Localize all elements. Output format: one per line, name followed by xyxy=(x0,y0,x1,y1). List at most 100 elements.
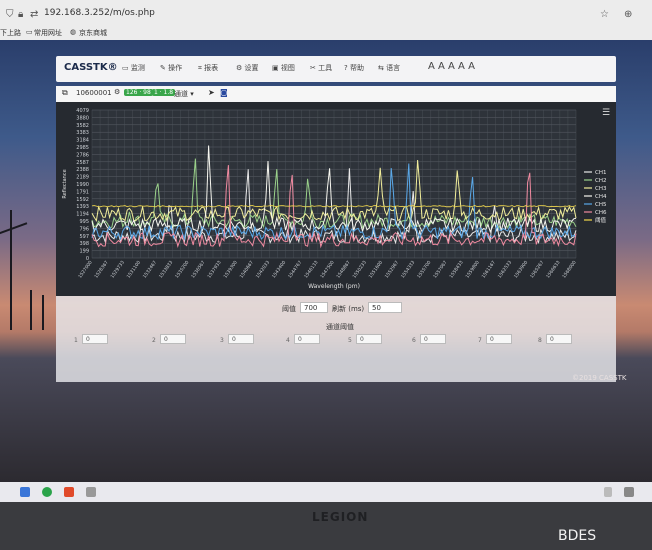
menu-language[interactable]: ⇆ 语言 xyxy=(378,63,400,73)
brand-logo-legion: LEGION xyxy=(312,510,369,524)
x-tick-label: 1559800 xyxy=(464,260,480,280)
channel-threshold-input-5[interactable]: 0 xyxy=(356,334,382,344)
channel-threshold-input-3[interactable]: 0 xyxy=(228,334,254,344)
legend-entry: CH5 xyxy=(595,202,607,208)
threshold-input[interactable]: 700 xyxy=(300,302,328,313)
channel-threshold-input-2[interactable]: 0 xyxy=(160,334,186,344)
legend-entry: CH6 xyxy=(595,210,607,216)
channel-threshold-input-4[interactable]: 0 xyxy=(294,334,320,344)
legend-entry: 阈值 xyxy=(595,216,607,224)
font-size-selector[interactable]: A A A A A xyxy=(428,61,475,72)
menu-tools[interactable]: ✂ 工具 xyxy=(310,63,332,73)
legend-entry: CH1 xyxy=(595,170,606,176)
x-tick-label: 1546133 xyxy=(303,260,319,280)
x-tick-label: 1561167 xyxy=(481,260,497,280)
hamburger-menu-icon[interactable]: ☰ xyxy=(602,108,610,118)
channel-threshold-label-3: 3 xyxy=(220,337,224,344)
channel-threshold-input-7[interactable]: 0 xyxy=(486,334,512,344)
x-axis-label: Wavelength (pm) xyxy=(308,283,360,290)
x-tick-label: 1555700 xyxy=(416,260,432,280)
copy-icon[interactable]: ⧉ xyxy=(62,88,68,98)
turbine-blade xyxy=(0,222,28,236)
device-toolbar: ⧉ 10600001 ⚙ 126 · 98 1 · 1.8 通道 ▾ ➤ ◙ xyxy=(56,86,616,102)
x-tick-label: 1528367 xyxy=(93,260,109,280)
x-tick-label: 1531100 xyxy=(126,260,142,280)
x-tick-label: 1547500 xyxy=(319,260,335,280)
windows-start-icon[interactable] xyxy=(20,487,30,497)
globe-icon: ◍ xyxy=(70,28,77,36)
menu-settings[interactable]: ⚙ 设置 xyxy=(236,63,259,73)
x-tick-label: 1533833 xyxy=(158,260,174,280)
spectrum-chart: 4079 3880 3582 3383 3184 2985 2786 2587 2388 2189… xyxy=(56,102,616,296)
browser-icon[interactable] xyxy=(42,487,52,497)
y-tick-label: 1393 xyxy=(76,204,89,210)
bookmark-item[interactable]: 下上路 xyxy=(0,28,21,38)
wind-turbine-icon xyxy=(42,295,44,330)
y-tick-label: 2786 xyxy=(76,152,89,158)
channel-threshold-label: 通道阈值 xyxy=(326,323,354,331)
channel-threshold-label-6: 6 xyxy=(412,337,416,344)
app-menubar: CASSTK® ▭ 监测 ✎ 操作 ⌗ 报表 ⚙ 设置 ▣ 视图 ✂ 工具 ? … xyxy=(56,56,616,82)
shield-icon: ⛉ xyxy=(6,9,14,20)
app-icon[interactable] xyxy=(64,487,74,497)
legend-entry: CH2 xyxy=(595,178,606,184)
x-tick-label: 1548867 xyxy=(335,260,351,280)
y-tick-label: 1592 xyxy=(76,197,89,203)
y-tick-label: 796 xyxy=(79,226,89,232)
channel-threshold-label-2: 2 xyxy=(152,337,156,344)
menu-report[interactable]: ⌗ 报表 xyxy=(198,63,218,73)
channel-threshold-input-6[interactable]: 0 xyxy=(420,334,446,344)
y-tick-label: 2189 xyxy=(76,175,89,181)
swap-icon: ⇄ xyxy=(30,9,39,20)
x-tick-label: 1532467 xyxy=(142,260,158,280)
bookmarks-bar: 下上路 ▭ 常用网址 ◍ 京东商城 xyxy=(0,26,652,40)
bookmark-item[interactable]: 常用网址 xyxy=(34,28,62,38)
y-tick-label: 398 xyxy=(79,241,89,247)
x-tick-label: 1527000 xyxy=(77,260,93,280)
x-tick-label: 1536567 xyxy=(190,260,206,280)
tray-icon[interactable] xyxy=(624,487,634,497)
channel-threshold-label-4: 4 xyxy=(286,337,290,344)
device-id: 10600001 xyxy=(76,89,112,97)
brand-logo: CASSTK® xyxy=(64,62,118,73)
x-tick-label: 1563900 xyxy=(513,260,529,280)
x-tick-label: 1540667 xyxy=(239,260,255,280)
menu-help[interactable]: ? 帮助 xyxy=(344,63,364,73)
channel-threshold-input-1[interactable]: 0 xyxy=(82,334,108,344)
tray-chevron-icon[interactable] xyxy=(604,487,612,497)
menu-operate[interactable]: ✎ 操作 xyxy=(160,63,182,73)
menu-monitor[interactable]: ▭ 监测 xyxy=(122,63,145,73)
x-tick-label: 1544767 xyxy=(287,260,303,280)
channel-threshold-label-7: 7 xyxy=(478,337,482,344)
x-tick-label: 1542033 xyxy=(255,260,271,280)
x-tick-label: 1568000 xyxy=(561,260,577,280)
gear-icon[interactable]: ⚙ xyxy=(114,88,120,96)
x-tick-label: 1562533 xyxy=(497,260,513,280)
y-tick-label: 3880 xyxy=(76,115,89,121)
refresh-input[interactable]: 50 xyxy=(368,302,402,313)
extension-icon[interactable]: ⊕ xyxy=(624,9,632,20)
status-badge: 1 · 1.8 xyxy=(152,89,176,96)
chart-canvas: 40793880 35823383 318429852786 25872388 2189… xyxy=(62,108,607,290)
channel-threshold-label-5: 5 xyxy=(348,337,352,344)
channel-threshold-label-8: 8 xyxy=(538,337,542,344)
menu-view[interactable]: ▣ 视图 xyxy=(272,63,295,73)
y-tick-label: 1194 xyxy=(76,212,89,218)
y-tick-label: 2985 xyxy=(76,145,89,151)
camera-icon[interactable]: ◙ xyxy=(220,88,228,97)
y-tick-label: 1990 xyxy=(76,182,89,188)
y-tick-label: 2388 xyxy=(76,167,89,173)
refresh-icon[interactable] xyxy=(86,487,96,497)
star-icon[interactable]: ☆ xyxy=(600,9,609,20)
address-bar[interactable]: 192.168.3.252/m/os.php xyxy=(44,8,155,18)
y-tick-label: 597 xyxy=(79,234,89,240)
bookmark-item[interactable]: 京东商城 xyxy=(79,28,107,38)
x-tick-label: 1565267 xyxy=(529,260,545,280)
legend-entry: CH4 xyxy=(595,194,607,200)
x-tick-label: 1558433 xyxy=(448,260,464,280)
send-icon[interactable]: ➤ xyxy=(208,88,215,97)
channel-threshold-input-8[interactable]: 0 xyxy=(546,334,572,344)
x-tick-label: 1539300 xyxy=(222,260,238,280)
x-tick-label: 1566633 xyxy=(545,260,561,280)
channel-select[interactable]: 通道 ▾ xyxy=(174,89,194,99)
